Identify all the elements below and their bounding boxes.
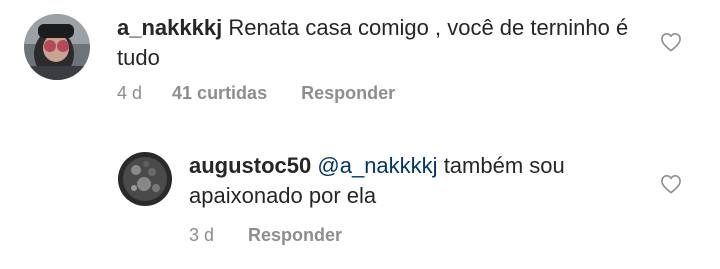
reply-comment: augustoc50 @a_nakkkkj também sou apaixon… [0,138,720,269]
comment: a_nakkkkj Renata casa comigo , você de t… [0,0,720,120]
comment-meta: 3 d Responder [189,224,342,246]
heart-outline-icon[interactable] [660,32,682,52]
comment-text: augustoc50 @a_nakkkkj também sou apaixon… [189,151,649,211]
comment-time: 4 d [117,83,143,103]
avatar[interactable] [24,14,90,80]
comment-likes-count[interactable]: 41 curtidas [172,82,267,104]
comment-text: a_nakkkkj Renata casa comigo , você de t… [117,13,637,73]
comment-mention[interactable]: @a_nakkkkj [317,153,437,178]
comment-username[interactable]: augustoc50 [189,153,311,178]
comment-meta: 4 d 41 curtidas Responder [117,82,395,104]
comment-username[interactable]: a_nakkkkj [117,15,222,40]
reply-button[interactable]: Responder [301,82,395,104]
comment-time: 3 d [189,225,215,245]
reply-button[interactable]: Responder [248,224,342,246]
avatar[interactable] [118,152,172,206]
heart-outline-icon[interactable] [660,174,682,194]
